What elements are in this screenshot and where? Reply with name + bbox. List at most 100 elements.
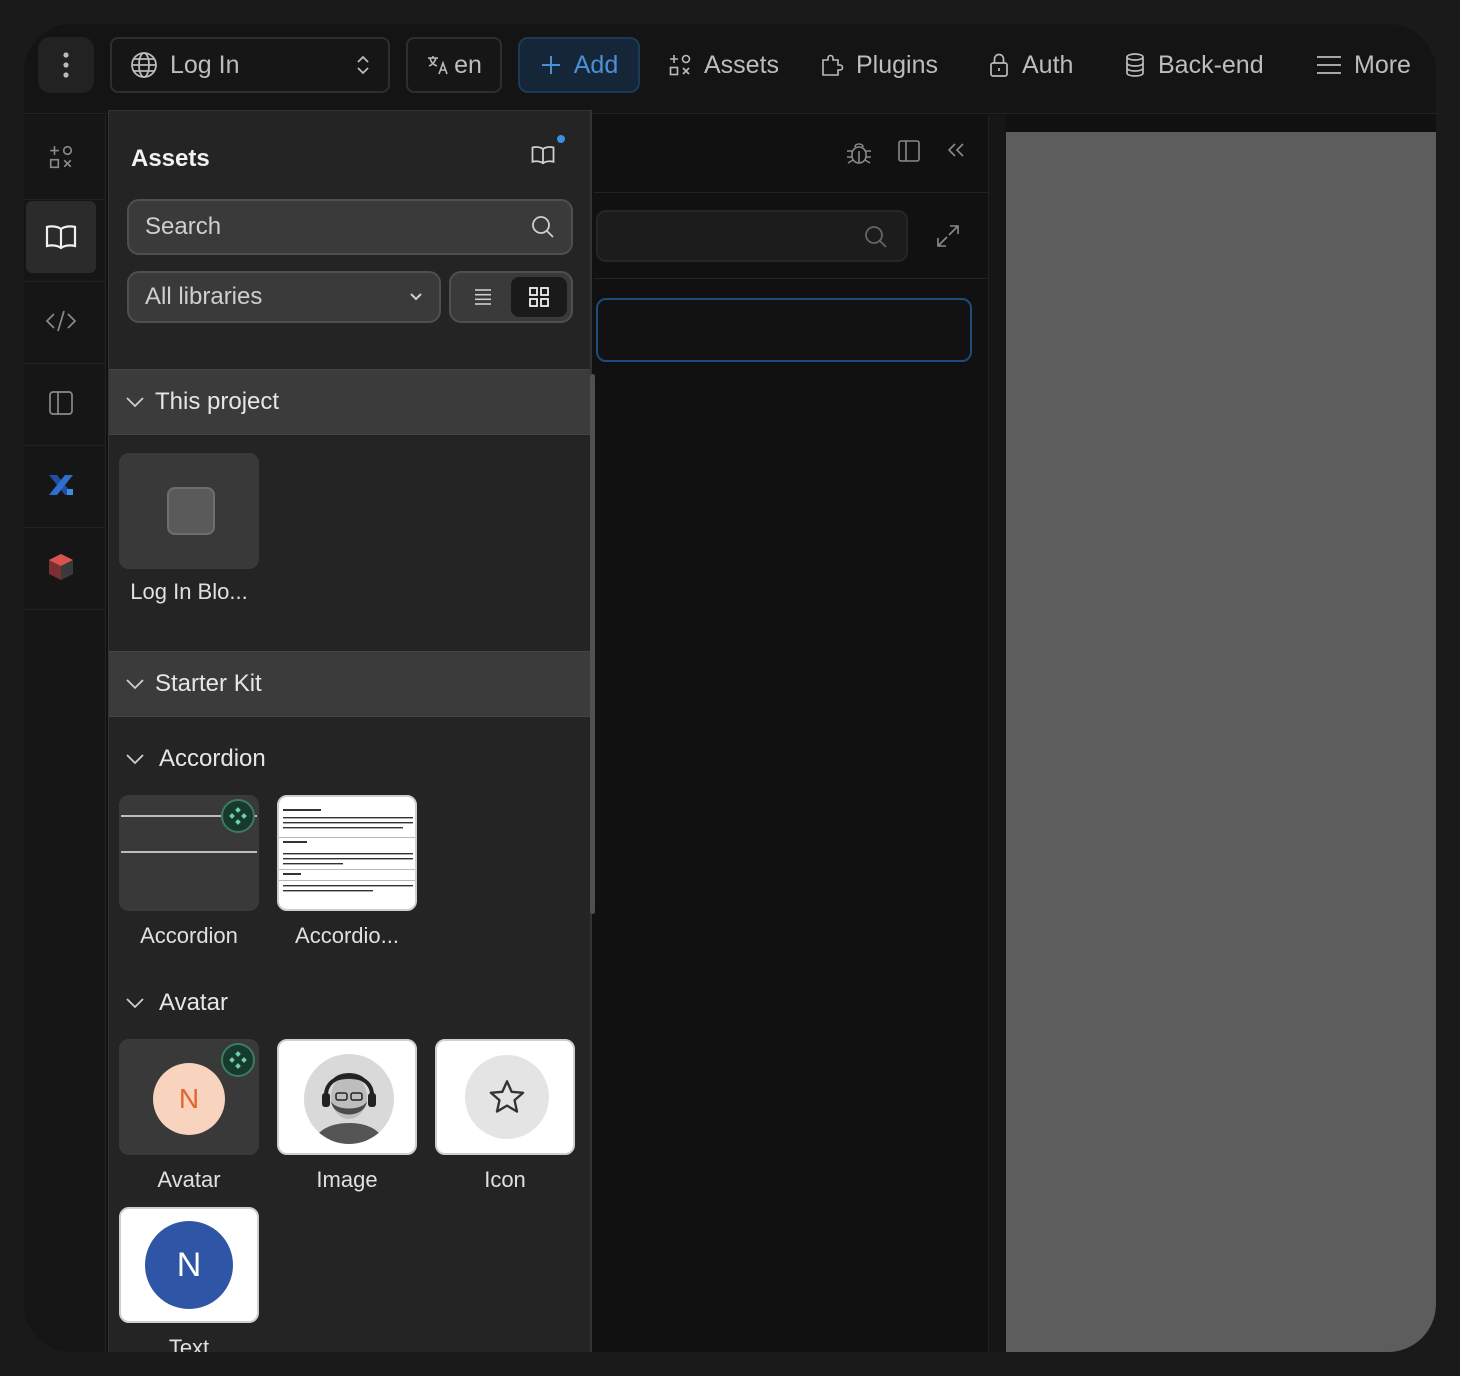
asset-label: Accordio... bbox=[295, 923, 399, 948]
package-icon bbox=[49, 554, 73, 580]
panel-resize-handle[interactable] bbox=[988, 115, 1006, 1352]
avatar-initial-preview: N bbox=[153, 1063, 225, 1135]
expand-icon[interactable] bbox=[936, 224, 960, 248]
rail-xano[interactable] bbox=[26, 449, 96, 521]
text-avatar-preview: N bbox=[145, 1221, 233, 1309]
panel-icon bbox=[49, 391, 73, 415]
selected-element-row[interactable] bbox=[596, 298, 972, 362]
asset-tile-avatar-icon[interactable] bbox=[435, 1039, 575, 1155]
assets-search-input[interactable]: Search bbox=[127, 199, 573, 255]
component-badge bbox=[221, 799, 255, 833]
list-icon bbox=[475, 289, 491, 305]
list-view-button[interactable] bbox=[455, 277, 511, 317]
more-button[interactable]: More bbox=[1316, 37, 1411, 93]
accordion-line bbox=[121, 851, 257, 853]
person-portrait-image bbox=[304, 1054, 394, 1144]
top-toolbar: Log In en Add Assets Plugins Auth Back-e… bbox=[24, 24, 1436, 114]
search-icon bbox=[532, 216, 554, 238]
asset-label: Log In Blo... bbox=[130, 579, 248, 604]
assets-panel: Assets Search All libraries This project bbox=[108, 110, 592, 1352]
group-title: Avatar bbox=[159, 989, 228, 1016]
block-placeholder-icon bbox=[167, 487, 215, 535]
rail-code[interactable] bbox=[26, 285, 96, 357]
search-icon bbox=[865, 226, 887, 248]
rail-layout[interactable] bbox=[26, 367, 96, 439]
vertical-dots-icon bbox=[63, 52, 69, 78]
grid-icon bbox=[529, 287, 549, 307]
component-icon bbox=[229, 807, 247, 825]
globe-icon bbox=[131, 52, 157, 78]
auth-label: Auth bbox=[1022, 50, 1074, 79]
page-selector[interactable]: Log In bbox=[110, 37, 390, 93]
canvas-preview[interactable] bbox=[1006, 132, 1436, 1352]
asset-tile-avatar-text[interactable]: N bbox=[119, 1207, 259, 1323]
chevron-down-icon bbox=[126, 754, 144, 765]
page-name: Log In bbox=[170, 50, 240, 79]
component-icon bbox=[229, 1051, 247, 1069]
rail-add-elements[interactable] bbox=[26, 121, 96, 193]
lock-icon bbox=[990, 53, 1008, 77]
asset-label: Avatar bbox=[157, 1167, 221, 1192]
asset-tile-avatar[interactable]: N bbox=[119, 1039, 259, 1155]
backend-label: Back-end bbox=[1158, 50, 1264, 79]
view-mode-toggle bbox=[449, 271, 573, 323]
editor-search-field[interactable] bbox=[596, 210, 908, 262]
language-code: en bbox=[454, 50, 482, 79]
library-select[interactable]: All libraries bbox=[127, 271, 441, 323]
backend-button[interactable]: Back-end bbox=[1124, 37, 1264, 93]
section-starter-kit[interactable]: Starter Kit bbox=[109, 651, 590, 717]
rail-divider bbox=[24, 281, 106, 282]
asset-label: Image bbox=[316, 1167, 378, 1192]
puzzle-icon bbox=[822, 54, 844, 76]
rail-divider bbox=[24, 445, 106, 446]
rail-divider bbox=[24, 609, 106, 610]
add-label: Add bbox=[573, 50, 619, 79]
language-selector[interactable]: en bbox=[406, 37, 502, 93]
search-placeholder: Search bbox=[145, 213, 222, 240]
rail-package[interactable] bbox=[26, 531, 96, 603]
group-accordion[interactable]: Accordion bbox=[125, 745, 266, 773]
panel-title: Assets bbox=[131, 145, 210, 172]
asset-label: Accordion bbox=[140, 923, 238, 948]
rail-divider bbox=[24, 527, 106, 528]
hamburger-icon bbox=[1317, 56, 1341, 74]
icon-avatar-preview bbox=[465, 1055, 549, 1139]
plugins-label: Plugins bbox=[856, 50, 938, 79]
chevron-down-icon bbox=[126, 397, 144, 408]
book-icon bbox=[45, 225, 77, 250]
component-badge bbox=[221, 1043, 255, 1077]
group-avatar[interactable]: Avatar bbox=[125, 989, 228, 1017]
shapes-icon bbox=[669, 54, 691, 76]
add-button[interactable]: Add bbox=[518, 37, 640, 93]
chevron-down-icon bbox=[126, 998, 144, 1009]
rail-divider bbox=[24, 363, 106, 364]
asset-tile-accordion-text[interactable] bbox=[277, 795, 417, 911]
asset-tile-avatar-image[interactable] bbox=[277, 1039, 417, 1155]
left-rail bbox=[24, 115, 106, 1352]
section-this-project[interactable]: This project bbox=[109, 369, 590, 435]
collapse-left-icon[interactable] bbox=[946, 139, 966, 161]
code-icon bbox=[45, 310, 77, 332]
library-select-value: All libraries bbox=[145, 283, 263, 310]
asset-tile-accordion[interactable] bbox=[119, 795, 259, 911]
plugins-button[interactable]: Plugins bbox=[820, 37, 938, 93]
assets-button[interactable]: Assets bbox=[668, 37, 779, 93]
main-menu-button[interactable] bbox=[38, 37, 94, 93]
rail-divider bbox=[24, 199, 106, 200]
add-elements-icon bbox=[49, 145, 73, 169]
asset-tile-login-block[interactable] bbox=[119, 453, 259, 569]
app-window: Log In en Add Assets Plugins Auth Back-e… bbox=[24, 24, 1436, 1352]
library-book-icon[interactable] bbox=[531, 145, 555, 165]
xano-icon bbox=[49, 475, 73, 495]
sidebar-toggle-icon[interactable] bbox=[898, 139, 920, 163]
database-icon bbox=[1126, 53, 1144, 77]
asset-label: Text bbox=[168, 1335, 210, 1352]
assets-scrollbar[interactable] bbox=[590, 374, 595, 914]
text-document-preview bbox=[279, 809, 415, 892]
bug-icon[interactable] bbox=[846, 139, 872, 167]
auth-button[interactable]: Auth bbox=[988, 37, 1073, 93]
editor-header bbox=[594, 115, 988, 193]
translate-icon bbox=[428, 56, 448, 75]
rail-assets[interactable] bbox=[26, 201, 96, 273]
grid-view-button[interactable] bbox=[511, 277, 567, 317]
